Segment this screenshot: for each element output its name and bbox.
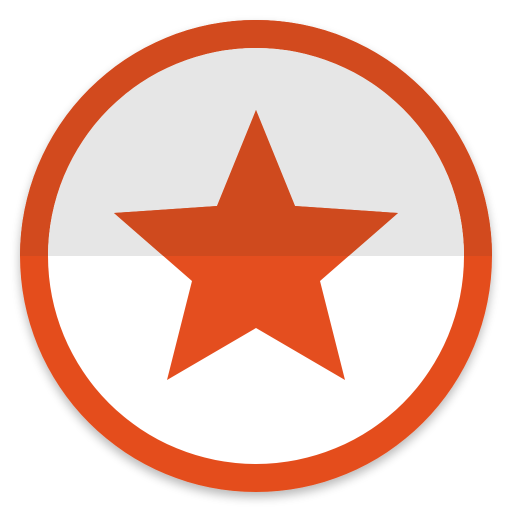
app-icon xyxy=(0,0,512,512)
star-badge-icon xyxy=(20,20,492,492)
